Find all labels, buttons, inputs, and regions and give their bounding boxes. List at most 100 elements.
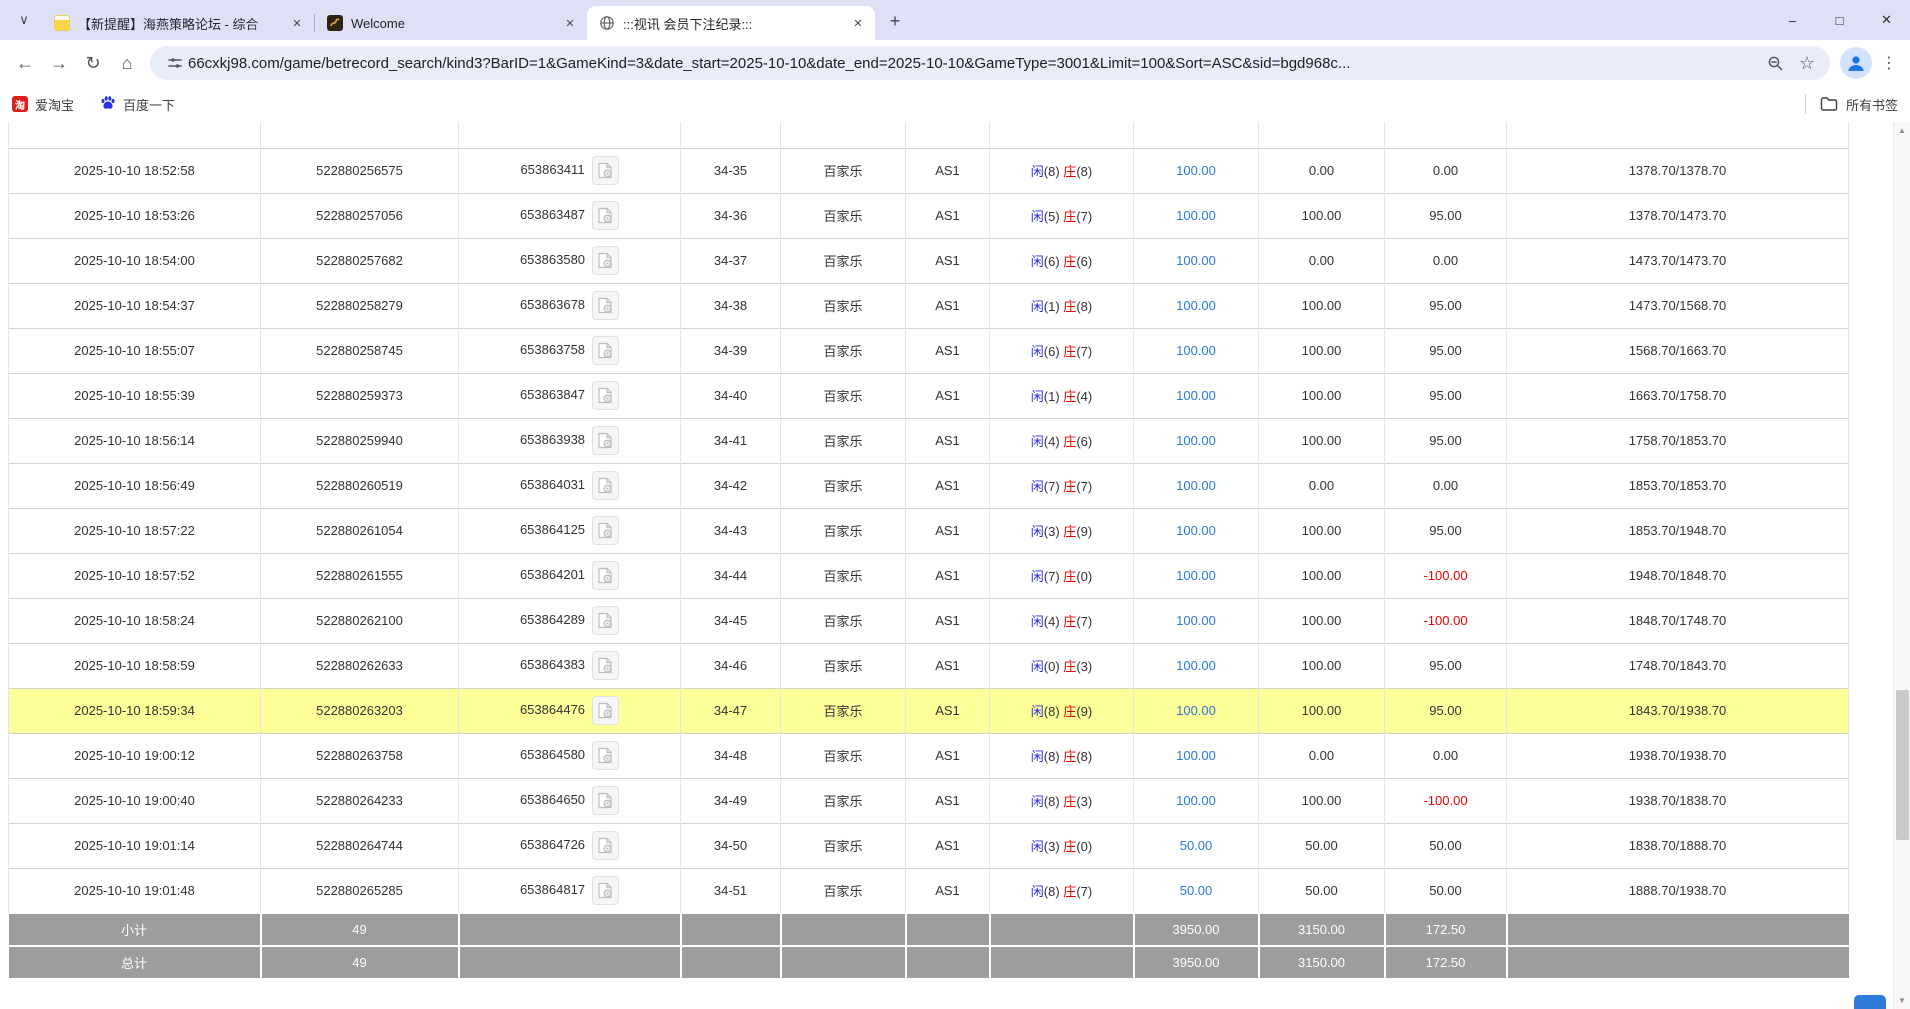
new-tab-button[interactable]: + bbox=[881, 7, 909, 35]
summary-bet-total: 3950.00 bbox=[1134, 913, 1259, 946]
tab-close-icon[interactable]: ✕ bbox=[561, 14, 579, 32]
video-record-button[interactable] bbox=[592, 651, 619, 680]
cell-account: AS1 bbox=[906, 193, 990, 238]
table-row[interactable]: 2025-10-10 19:01:14 522880264744 6538647… bbox=[9, 823, 1849, 868]
scroll-up-icon[interactable]: ▲ bbox=[1894, 122, 1910, 139]
home-button[interactable]: ⌂ bbox=[110, 46, 144, 80]
table-row[interactable]: 2025-10-10 18:55:39 522880259373 6538638… bbox=[9, 373, 1849, 418]
back-button[interactable]: ← bbox=[8, 46, 42, 80]
table-row[interactable]: 2025-10-10 18:57:52 522880261555 6538642… bbox=[9, 553, 1849, 598]
cell-bet-amount[interactable]: 100.00 bbox=[1134, 238, 1259, 283]
cell-bet-amount[interactable]: 100.00 bbox=[1134, 778, 1259, 823]
video-record-button[interactable] bbox=[592, 606, 619, 635]
address-bar[interactable]: 66cxkj98.com/game/betrecord_search/kind3… bbox=[150, 46, 1830, 80]
table-row[interactable]: 2025-10-10 18:56:49 522880260519 6538640… bbox=[9, 463, 1849, 508]
bookmark-taobao[interactable]: 淘 爱淘宝 bbox=[12, 95, 74, 114]
video-record-button[interactable] bbox=[592, 741, 619, 770]
scroll-down-icon[interactable]: ▼ bbox=[1894, 992, 1910, 1009]
cell-bet-amount[interactable]: 50.00 bbox=[1134, 823, 1259, 868]
table-row[interactable]: 2025-10-10 18:54:37 522880258279 6538636… bbox=[9, 283, 1849, 328]
all-bookmarks-button[interactable]: 所有书签 bbox=[1820, 95, 1898, 114]
table-row[interactable]: 2025-10-10 18:58:59 522880262633 6538643… bbox=[9, 643, 1849, 688]
maximize-button[interactable]: □ bbox=[1816, 0, 1863, 40]
cell-bet-amount[interactable]: 100.00 bbox=[1134, 688, 1259, 733]
video-record-button[interactable] bbox=[592, 381, 619, 410]
video-record-button[interactable] bbox=[592, 246, 619, 275]
folder-icon bbox=[1821, 98, 1836, 110]
video-record-button[interactable] bbox=[592, 696, 619, 725]
video-record-button[interactable] bbox=[592, 561, 619, 590]
cell-account: AS1 bbox=[906, 598, 990, 643]
cell-round-id: 653863678 bbox=[459, 283, 681, 328]
video-record-button[interactable] bbox=[592, 471, 619, 500]
table-row[interactable]: 2025-10-10 18:56:14 522880259940 6538639… bbox=[9, 418, 1849, 463]
table-row[interactable]: 2025-10-10 18:55:07 522880258745 6538637… bbox=[9, 328, 1849, 373]
reload-button[interactable]: ↻ bbox=[76, 46, 110, 80]
video-record-button[interactable] bbox=[592, 516, 619, 545]
cell-valid-amount: 50.00 bbox=[1259, 868, 1385, 913]
cell-balance: 1568.70/1663.70 bbox=[1507, 328, 1849, 373]
tab-bet-records-active[interactable]: :::视讯 会员下注纪录::: ✕ bbox=[587, 6, 875, 40]
forward-button[interactable]: → bbox=[42, 46, 76, 80]
cell-bet-id: 522880260519 bbox=[261, 463, 459, 508]
video-record-button[interactable] bbox=[592, 831, 619, 860]
cell-bet-amount[interactable]: 100.00 bbox=[1134, 463, 1259, 508]
table-row[interactable]: 2025-10-10 19:00:12 522880263758 6538645… bbox=[9, 733, 1849, 778]
bookmark-baidu[interactable]: 百度一下 bbox=[100, 95, 175, 114]
tab-forum[interactable]: 【新提醒】海燕策略论坛 - 综合 ✕ bbox=[42, 6, 314, 40]
cell-bet-amount[interactable]: 100.00 bbox=[1134, 193, 1259, 238]
video-record-button[interactable] bbox=[592, 876, 619, 905]
video-record-button[interactable] bbox=[592, 291, 619, 320]
tab-close-icon[interactable]: ✕ bbox=[849, 14, 867, 32]
tab-search-icon[interactable]: ∨ bbox=[10, 6, 38, 34]
zoom-icon[interactable] bbox=[1762, 50, 1788, 76]
url-text[interactable]: 66cxkj98.com/game/betrecord_search/kind3… bbox=[188, 55, 1756, 72]
window-controls: – □ ✕ bbox=[1769, 0, 1910, 40]
table-row[interactable]: 2025-10-10 18:54:00 522880257682 6538635… bbox=[9, 238, 1849, 283]
video-record-button[interactable] bbox=[592, 336, 619, 365]
video-record-button[interactable] bbox=[592, 201, 619, 230]
cell-balance: 1938.70/1938.70 bbox=[1507, 733, 1849, 778]
table-row[interactable]: 2025-10-10 18:57:22 522880261054 6538641… bbox=[9, 508, 1849, 553]
cell-account: AS1 bbox=[906, 373, 990, 418]
table-row[interactable]: 2025-10-10 19:00:40 522880264233 6538646… bbox=[9, 778, 1849, 823]
cell-game-name: 百家乐 bbox=[781, 418, 906, 463]
site-settings-icon[interactable] bbox=[162, 50, 188, 76]
cell-bet-amount[interactable]: 100.00 bbox=[1134, 643, 1259, 688]
table-row[interactable]: 2025-10-10 19:01:48 522880265285 6538648… bbox=[9, 868, 1849, 913]
cell-bet-amount[interactable]: 100.00 bbox=[1134, 148, 1259, 193]
table-row[interactable]: 2025-10-10 18:59:34 522880263203 6538644… bbox=[9, 688, 1849, 733]
cell-time: 2025-10-10 18:55:07 bbox=[9, 328, 261, 373]
cell-time: 2025-10-10 18:54:00 bbox=[9, 238, 261, 283]
cell-bet-amount[interactable]: 100.00 bbox=[1134, 733, 1259, 778]
cell-bet-amount[interactable]: 100.00 bbox=[1134, 373, 1259, 418]
tab-close-icon[interactable]: ✕ bbox=[288, 14, 306, 32]
tab-welcome[interactable]: Welcome ✕ bbox=[315, 6, 587, 40]
floating-action-button[interactable] bbox=[1854, 995, 1886, 1009]
close-window-button[interactable]: ✕ bbox=[1863, 0, 1910, 40]
cell-bet-amount[interactable]: 50.00 bbox=[1134, 868, 1259, 913]
minimize-button[interactable]: – bbox=[1769, 0, 1816, 40]
cell-bet-amount[interactable]: 100.00 bbox=[1134, 328, 1259, 373]
cell-bet-amount[interactable]: 100.00 bbox=[1134, 283, 1259, 328]
table-row[interactable]: 2025-10-10 18:58:24 522880262100 6538642… bbox=[9, 598, 1849, 643]
video-record-button[interactable] bbox=[592, 156, 619, 185]
video-record-button[interactable] bbox=[592, 426, 619, 455]
profile-avatar[interactable] bbox=[1840, 47, 1872, 79]
cell-game-name: 百家乐 bbox=[781, 553, 906, 598]
cell-game-name: 百家乐 bbox=[781, 283, 906, 328]
video-record-button[interactable] bbox=[592, 786, 619, 815]
table-row[interactable]: 2025-10-10 18:52:58 522880256575 6538634… bbox=[9, 148, 1849, 193]
cell-bet-amount[interactable]: 100.00 bbox=[1134, 418, 1259, 463]
player-result: 闲 bbox=[1031, 614, 1044, 629]
browser-menu-icon[interactable]: ⋮ bbox=[1876, 48, 1902, 78]
cell-bet-amount[interactable]: 100.00 bbox=[1134, 508, 1259, 553]
bookmark-star-icon[interactable]: ☆ bbox=[1794, 50, 1820, 76]
cell-account: AS1 bbox=[906, 238, 990, 283]
cell-bet-amount[interactable]: 100.00 bbox=[1134, 598, 1259, 643]
page-scrollbar[interactable]: ▲ ▼ bbox=[1893, 122, 1910, 1009]
scrollbar-thumb[interactable] bbox=[1896, 690, 1909, 840]
cell-bet-id: 522880259373 bbox=[261, 373, 459, 418]
cell-bet-amount[interactable]: 100.00 bbox=[1134, 553, 1259, 598]
table-row[interactable]: 2025-10-10 18:53:26 522880257056 6538634… bbox=[9, 193, 1849, 238]
